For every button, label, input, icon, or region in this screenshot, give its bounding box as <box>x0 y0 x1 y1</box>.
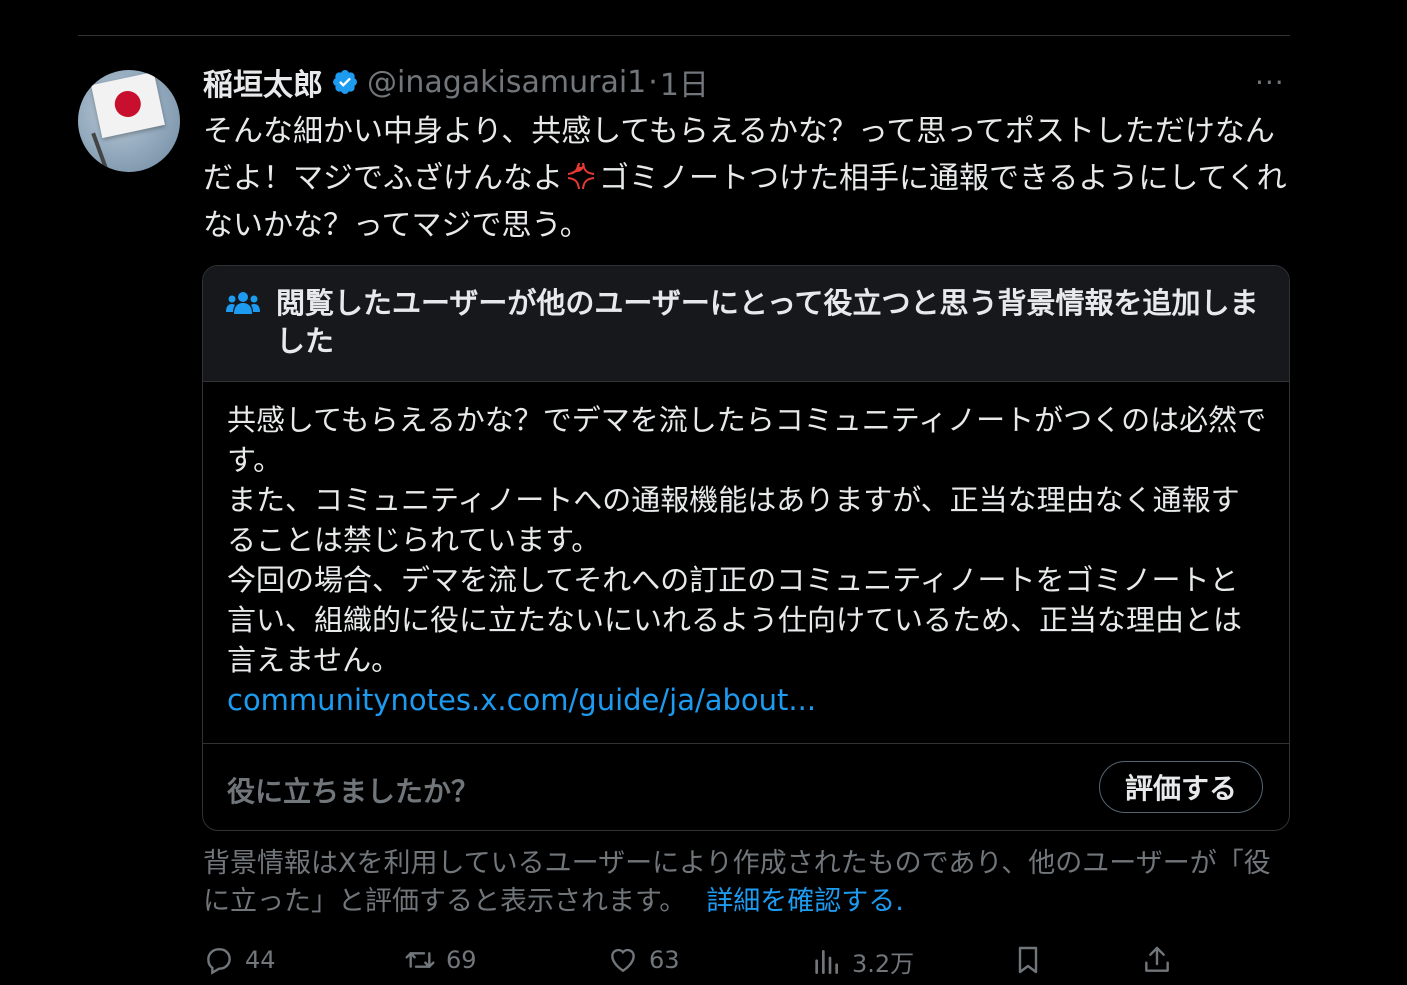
note-line: 共感してもらえるかな？でデマを流したらコミュニティノートがつくのは必然です。 <box>227 403 1267 477</box>
reply-count: 44 <box>245 946 276 974</box>
note-line: 今回の場合、デマを流してそれへの訂正のコミュニティノートをゴミノートと言い、組織… <box>227 563 1243 677</box>
more-options-icon[interactable]: ··· <box>1255 66 1285 99</box>
verified-badge-icon[interactable] <box>331 68 359 96</box>
action-bar: 44 69 63 3.2万 <box>0 944 1407 984</box>
learn-more-link[interactable]: 詳細を確認する. <box>706 886 904 917</box>
like-count: 63 <box>649 946 680 974</box>
post-time[interactable]: 1日 <box>660 60 709 104</box>
note-line: また、コミュニティノートへの通報機能はありますが、正当な理由なく通報することは禁… <box>227 483 1240 557</box>
community-note-title: 閲覧したユーザーが他のユーザーにとって役立つと思う背景情報を追加しました <box>276 286 1259 358</box>
views-button[interactable]: 3.2万 <box>810 944 914 979</box>
community-note-footer: 役に立ちましたか？ 評価する <box>203 743 1289 830</box>
tweet-header: 稲垣太郎 @inagakisamurai1 · 1日 <box>203 60 709 104</box>
reply-button[interactable]: 44 <box>203 944 276 976</box>
people-icon <box>226 292 260 314</box>
repost-icon <box>405 952 435 968</box>
views-count: 3.2万 <box>852 950 915 978</box>
separator: · <box>648 64 658 100</box>
repost-count: 69 <box>446 946 477 974</box>
views-icon <box>815 949 838 974</box>
bookmark-icon <box>1018 946 1038 974</box>
bookmark-button[interactable] <box>1012 944 1054 976</box>
community-note: 閲覧したユーザーが他のユーザーにとって役立つと思う背景情報を追加しました 共感し… <box>202 265 1290 831</box>
repost-button[interactable]: 69 <box>404 944 477 976</box>
share-icon <box>1145 946 1169 972</box>
community-note-header: 閲覧したユーザーが他のユーザーにとって役立つと思う背景情報を追加しました <box>203 266 1289 382</box>
community-note-body: 共感してもらえるかな？でデマを流したらコミュニティノートがつくのは必然です。 ま… <box>227 400 1267 720</box>
note-source-link[interactable]: communitynotes.x.com/guide/ja/about... <box>227 680 1267 720</box>
avatar[interactable] <box>78 70 180 172</box>
share-button[interactable] <box>1141 944 1183 976</box>
heart-icon <box>611 948 635 973</box>
rate-button[interactable]: 評価する <box>1099 761 1263 813</box>
helpful-question: 役に立ちましたか？ <box>227 775 480 808</box>
author-name[interactable]: 稲垣太郎 <box>203 60 323 104</box>
like-button[interactable]: 63 <box>607 944 680 976</box>
top-divider <box>78 35 1290 36</box>
note-disclaimer: 背景情報はXを利用しているユーザーにより作成されたものであり、他のユーザーが「役… <box>203 845 1293 921</box>
anger-emoji-icon <box>568 163 594 189</box>
tweet-text: そんな細かい中身より、共感してもらえるかな？って思ってポストしただけなんだよ！マ… <box>203 108 1293 249</box>
author-handle[interactable]: @inagakisamurai1 <box>367 65 646 100</box>
reply-icon <box>207 948 231 975</box>
flag-image <box>91 71 165 139</box>
